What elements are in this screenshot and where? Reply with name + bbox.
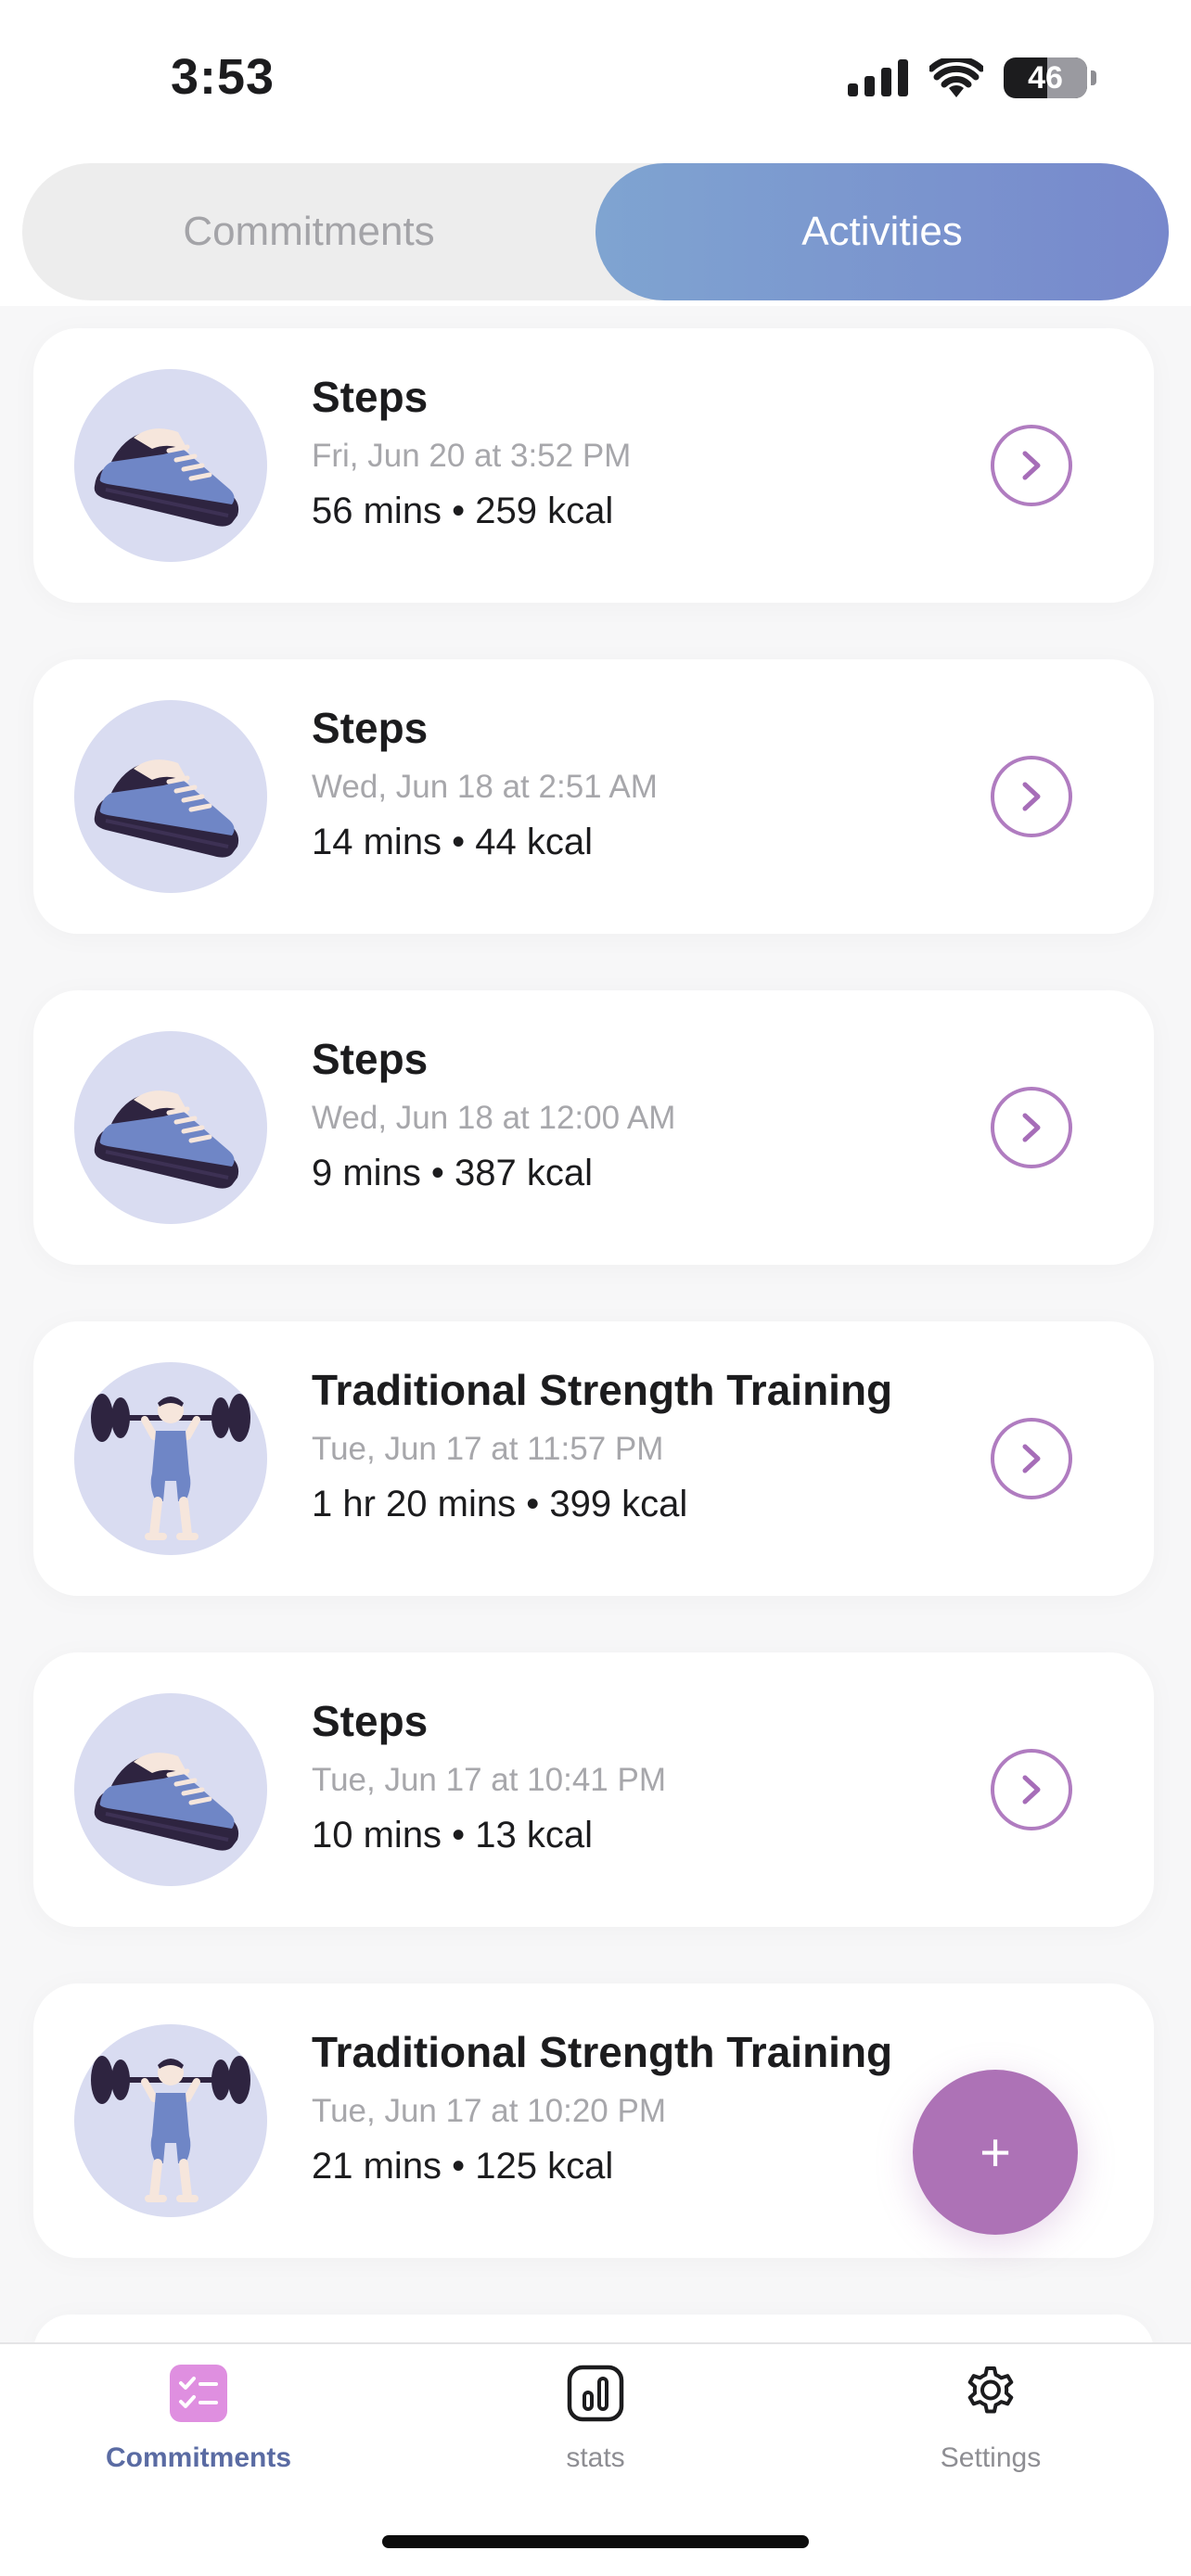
battery-icon: 46 [1004, 57, 1096, 98]
tab-commitments-label: Commitments [105, 2442, 292, 2473]
add-activity-button[interactable]: + [913, 2070, 1078, 2235]
segmented-control: Commitments Activities [22, 163, 1169, 300]
activity-date: Wed, Jun 18 at 12:00 AM [312, 1100, 676, 1136]
plus-icon: + [980, 2122, 1011, 2183]
activity-title: Traditional Strength Training [312, 2028, 893, 2076]
sneaker-icon [74, 369, 267, 562]
chevron-right-icon[interactable] [991, 1087, 1072, 1168]
sneaker-icon [74, 1031, 267, 1224]
activity-date: Tue, Jun 17 at 10:41 PM [312, 1762, 666, 1798]
activity-stats: 9 mins • 387 kcal [312, 1153, 594, 1193]
activity-card[interactable]: Steps Tue, Jun 17 at 10:41 PM 10 mins • … [33, 1652, 1154, 1927]
chevron-right-icon[interactable] [991, 1749, 1072, 1830]
gear-icon [962, 2365, 1019, 2422]
wifi-icon [929, 58, 983, 97]
activity-date: Wed, Jun 18 at 2:51 AM [312, 769, 658, 805]
activity-title: Steps [312, 373, 429, 421]
activity-stats: 1 hr 20 mins • 399 kcal [312, 1484, 688, 1524]
activity-date: Tue, Jun 17 at 10:20 PM [312, 2093, 666, 2129]
home-indicator [382, 2535, 809, 2548]
activity-date: Tue, Jun 17 at 11:57 PM [312, 1431, 664, 1467]
activity-date: Fri, Jun 20 at 3:52 PM [312, 438, 632, 474]
checklist-icon [170, 2365, 227, 2422]
weightlifter-icon [74, 2024, 267, 2217]
activity-card[interactable]: Steps Wed, Jun 18 at 2:51 AM 14 mins • 4… [33, 659, 1154, 934]
activity-info: Steps Wed, Jun 18 at 2:51 AM 14 mins • 4… [312, 702, 980, 865]
status-icons: 46 [848, 57, 1096, 98]
chevron-right-icon[interactable] [991, 756, 1072, 837]
weightlifter-icon [74, 1362, 267, 1555]
chevron-right-icon[interactable] [991, 1418, 1072, 1499]
sneaker-icon [74, 700, 267, 893]
cellular-signal-icon [848, 59, 908, 96]
status-time: 3:53 [171, 49, 275, 105]
activity-stats: 10 mins • 13 kcal [312, 1815, 594, 1855]
status-bar: 3:53 46 [0, 0, 1191, 148]
tab-commitments[interactable]: Commitments [59, 2365, 338, 2474]
activity-info: Traditional Strength Training Tue, Jun 1… [312, 1364, 980, 1527]
tab-settings-label: Settings [940, 2442, 1042, 2473]
battery-level: 46 [1028, 59, 1063, 96]
activity-title: Steps [312, 1697, 429, 1745]
activity-card[interactable]: Steps Fri, Jun 20 at 3:52 PM 56 mins • 2… [33, 328, 1154, 603]
activity-list: Steps Fri, Jun 20 at 3:52 PM 56 mins • 2… [33, 328, 1154, 2352]
activity-card[interactable]: Traditional Strength Training Tue, Jun 1… [33, 1321, 1154, 1596]
sneaker-icon [74, 1693, 267, 1886]
tab-settings[interactable]: Settings [852, 2365, 1130, 2474]
activity-stats: 21 mins • 125 kcal [312, 2146, 614, 2187]
tab-stats-label: stats [566, 2442, 625, 2473]
tab-activities-segment[interactable]: Activities [596, 163, 1169, 300]
bar-chart-icon [567, 2365, 624, 2422]
activity-info: Steps Tue, Jun 17 at 10:41 PM 10 mins • … [312, 1695, 980, 1858]
segmented-control-container: Commitments Activities [0, 148, 1191, 306]
activity-info: Steps Wed, Jun 18 at 12:00 AM 9 mins • 3… [312, 1033, 980, 1196]
activity-stats: 14 mins • 44 kcal [312, 822, 594, 862]
activity-title: Steps [312, 704, 429, 752]
tab-commitments-segment[interactable]: Commitments [22, 163, 596, 300]
activity-info: Steps Fri, Jun 20 at 3:52 PM 56 mins • 2… [312, 371, 980, 534]
activity-title: Steps [312, 1035, 429, 1083]
activity-title: Traditional Strength Training [312, 1366, 893, 1414]
tab-stats[interactable]: stats [456, 2365, 735, 2474]
activity-card[interactable]: Steps Wed, Jun 18 at 12:00 AM 9 mins • 3… [33, 990, 1154, 1265]
activity-stats: 56 mins • 259 kcal [312, 491, 614, 531]
activity-info: Traditional Strength Training Tue, Jun 1… [312, 2026, 980, 2189]
chevron-right-icon[interactable] [991, 425, 1072, 506]
